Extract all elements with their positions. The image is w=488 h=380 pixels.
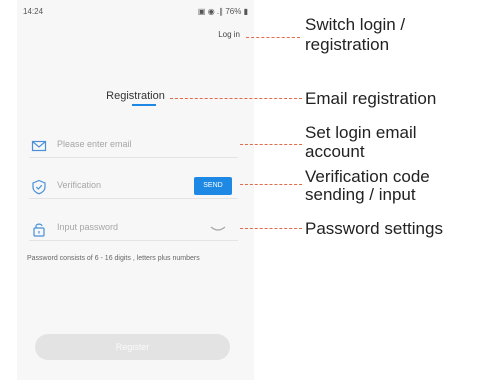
verification-input[interactable]: Verification (57, 180, 101, 190)
label-verification-2: sending / input (305, 185, 416, 204)
callout-line-verification (240, 184, 302, 185)
callout-line-password (240, 228, 302, 229)
email-row[interactable]: Please enter email (29, 135, 238, 158)
send-code-button[interactable]: SEND (194, 177, 232, 195)
label-verification-1: Verification code (305, 167, 430, 186)
title-underline (132, 104, 156, 106)
label-email-registration: Email registration (305, 89, 437, 108)
eye-closed-icon[interactable] (210, 224, 226, 234)
label-switch-login-1: Switch login / (305, 15, 406, 34)
callout-line-registration (170, 98, 302, 99)
page-title: Registration (106, 90, 165, 102)
label-switch-login-2: registration (305, 35, 390, 54)
status-icons: ▣ ◉ .∥ 76% ▮ (197, 7, 248, 16)
status-bar: 14:24 ▣ ◉ .∥ 76% ▮ (23, 7, 248, 21)
label-set-login-1: Set login email (305, 123, 417, 142)
phone-screen: 14:24 ▣ ◉ .∥ 76% ▮ Log in Registration P… (17, 0, 254, 380)
mail-icon (31, 140, 47, 152)
label-password-settings: Password settings (305, 219, 443, 238)
password-input[interactable]: Input password (57, 222, 118, 232)
password-row[interactable]: Input password (29, 218, 238, 241)
shield-check-icon (32, 179, 46, 195)
callout-line-login (246, 37, 300, 38)
status-time: 14:24 (23, 7, 44, 16)
email-input[interactable]: Please enter email (57, 139, 132, 149)
lock-icon (33, 223, 45, 237)
label-set-login-2: account (305, 142, 365, 161)
password-hint: Password consists of 6 - 16 digits , let… (27, 255, 200, 262)
login-link[interactable]: Log in (218, 30, 240, 39)
verification-row[interactable]: Verification SEND (29, 176, 238, 199)
register-button[interactable]: Register (35, 334, 230, 360)
callout-line-email (240, 144, 302, 145)
